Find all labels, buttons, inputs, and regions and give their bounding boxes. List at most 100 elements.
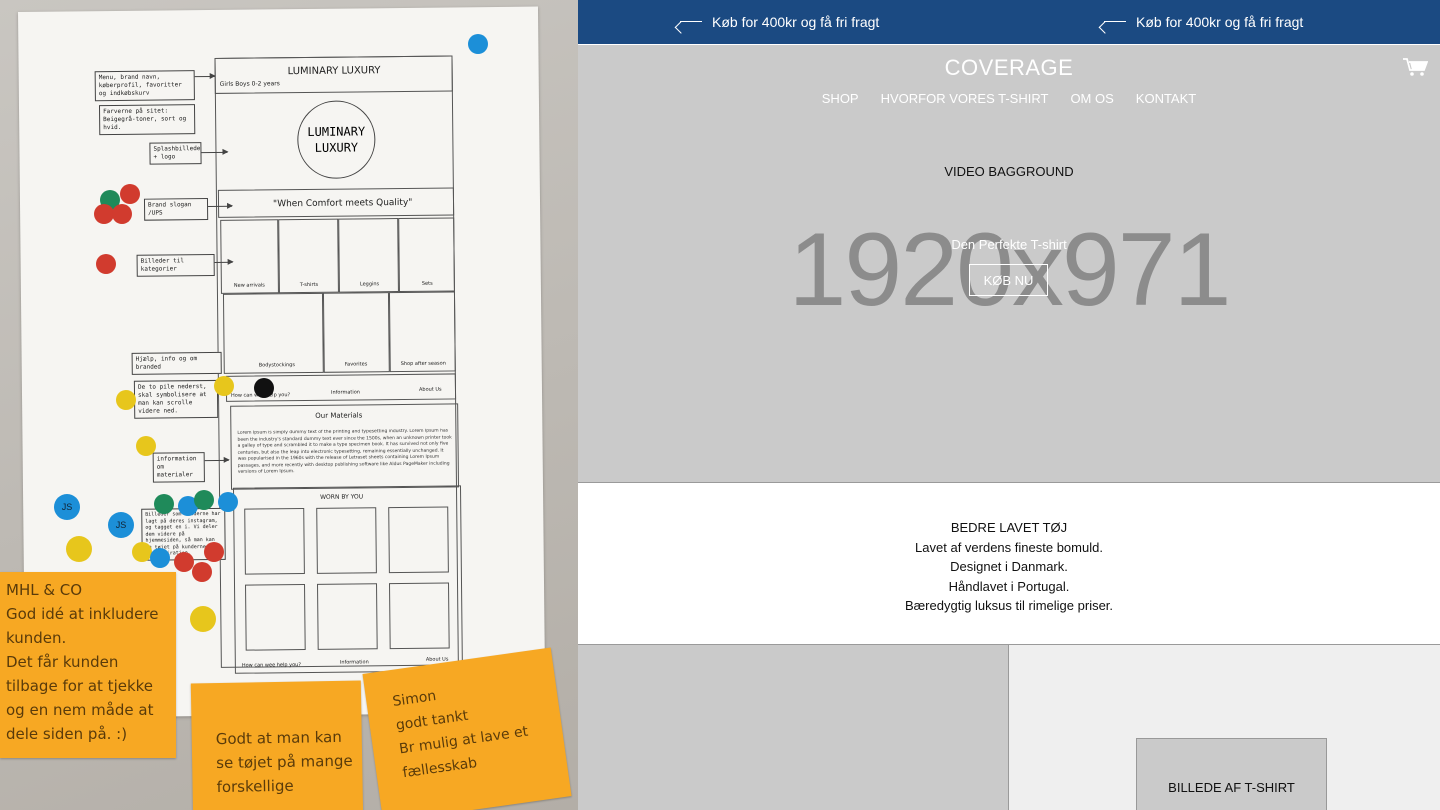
footer-label: How can wee help you? [241, 662, 302, 669]
category-label: T-shirts [299, 281, 319, 289]
wireframe-title: LUMINARY LUXURY [287, 65, 381, 78]
wireframe-worn-by-you: WORN BY YOU How can wee help you? Inform… [232, 485, 463, 674]
cart-icon[interactable] [1402, 57, 1428, 77]
promo-item[interactable]: Køb for 400kr og få fri fragt [678, 14, 879, 30]
annotation-arrow [201, 151, 228, 154]
annotation-note: Brand slogan /UPS [143, 198, 209, 221]
vote-dot [66, 536, 92, 562]
info-section: BEDRE LAVET TØJ Lavet af verdens fineste… [578, 482, 1440, 645]
annotation-note: information om materialer [152, 452, 205, 483]
promo-text: Køb for 400kr og få fri fragt [712, 14, 880, 30]
brand-logo[interactable]: COVERAGE [578, 55, 1440, 81]
annotation-arrow [194, 75, 215, 78]
sticky-note: Godt at man kan se tøjet på mange forske… [190, 680, 364, 810]
product-image-left [578, 645, 1009, 810]
info-line: Håndlavet i Portugal. [948, 578, 1070, 594]
vote-dot [218, 492, 238, 512]
photo-tile [317, 583, 378, 650]
logo-line-2: LUXURY [314, 140, 359, 155]
annotation-note: Farverne på sitet: Beigegrå-toner, sort … [98, 104, 196, 136]
vote-dot [194, 490, 214, 510]
vote-dot-js: JS [54, 494, 80, 520]
vote-dot [154, 494, 174, 514]
vote-dot [96, 254, 116, 274]
dot-label: JS [115, 520, 127, 530]
annotation-arrow [214, 261, 233, 263]
category-label: Leggins [359, 281, 380, 288]
promo-item[interactable]: Køb for 400kr og få fri fragt [1102, 14, 1303, 30]
category-cell: Bodystockings [222, 292, 324, 374]
category-cell: Favorites [322, 292, 390, 373]
materials-text: Lorem Ipsum is simply dummy text of the … [237, 428, 452, 475]
info-lines: BEDRE LAVET TØJ Lavet af verdens fineste… [578, 518, 1440, 616]
annotation-note: Hjælp, info og om branded [131, 351, 222, 375]
nav-about[interactable]: OM OS [1070, 91, 1113, 106]
info-line: Designet i Danmark. [950, 559, 1068, 574]
wireframe-subnav: Girls Boys 0-2 years [219, 80, 280, 88]
vote-dot [190, 606, 216, 632]
tshirt-image-placeholder[interactable]: BILLEDE AF T-SHIRT [1136, 738, 1327, 810]
vote-dot [204, 542, 224, 562]
vote-dot [116, 390, 136, 410]
help-label: About Us [418, 386, 442, 393]
category-cell: Leggins [338, 218, 399, 293]
video-background-label: VIDEO BAGGROUND [944, 164, 1074, 179]
product-panel-right: BILLEDE AF T-SHIRT [1009, 645, 1440, 810]
category-label: Bodystockings [258, 362, 295, 369]
category-cell: Shop after season [388, 291, 456, 373]
photo-tile [389, 582, 450, 650]
worn-by-you-title: WORN BY YOU [320, 493, 364, 501]
arrow-left-icon [678, 15, 702, 29]
info-title: BEDRE LAVET TØJ [950, 520, 1068, 535]
annotation-note: De to pile nederst, skal symbolisere at … [133, 379, 219, 419]
photo-tile [316, 507, 377, 574]
category-cell: New arrivals [220, 219, 279, 294]
category-cell: T-shirts [278, 218, 339, 294]
sticky-note: Simon godt tankt Br mulig at lave et fæl… [362, 647, 572, 810]
hero-section: COVERAGE SHOP HVORFOR VORES T-SHIRT OM O… [578, 45, 1440, 482]
slogan-text: "When Comfort meets Quality" [272, 197, 413, 210]
photo-tile [388, 506, 449, 574]
category-label: Favorites [344, 361, 368, 368]
category-label: Sets [421, 280, 433, 287]
annotation-note: Menu, brand navn, køberprofil, favoritte… [94, 70, 195, 102]
dot-label: JS [61, 502, 73, 512]
promo-text: Køb for 400kr og få fri fragt [1136, 14, 1304, 30]
category-label: New arrivals [233, 282, 265, 289]
category-cell: Sets [398, 217, 455, 293]
vote-dot [136, 436, 156, 456]
wireframe-slogan: "When Comfort meets Quality" [217, 187, 455, 218]
arrow-left-icon [1102, 15, 1126, 29]
category-label: Shop after season [400, 360, 446, 368]
vote-dot [94, 204, 114, 224]
sticky-note: MHL & CO God idé at inkludere kunden. De… [0, 572, 176, 758]
materials-title: Our Materials [315, 411, 363, 420]
buy-now-button[interactable]: KØB NU [969, 264, 1048, 296]
vote-dot [468, 34, 488, 54]
logo-line-1: LUMINARY [307, 124, 366, 139]
photo-tile [245, 584, 306, 651]
wireframe-materials: Our Materials Lorem Ipsum is simply dumm… [230, 403, 460, 490]
annotation-note: Billeder til kategorier [136, 253, 215, 277]
annotation-note: Splashbillede + logo [149, 142, 202, 165]
hero-subtitle: Den Perfekte T-shirt [951, 237, 1067, 252]
vote-dot [174, 552, 194, 572]
annotation-arrow [204, 459, 229, 462]
vote-dot-js: JS [108, 512, 134, 538]
nav-contact[interactable]: KONTAKT [1136, 91, 1196, 106]
vote-dot [214, 376, 234, 396]
vote-dot [112, 204, 132, 224]
vote-dot [254, 378, 274, 398]
wireframe-photo: LUMINARY LUXURY Girls Boys 0-2 years LUM… [0, 0, 578, 810]
website-mockup: Køb for 400kr og få fri fragt Køb for 40… [578, 0, 1440, 810]
info-line: Bæredygtig luksus til rimelige priser. [904, 598, 1114, 613]
vote-dot [132, 542, 152, 562]
photo-tile [244, 508, 305, 575]
wireframe-logo: LUMINARY LUXURY [296, 100, 376, 180]
main-nav: SHOP HVORFOR VORES T-SHIRT OM OS KONTAKT [578, 91, 1440, 106]
nav-why-our-tshirt[interactable]: HVORFOR VORES T-SHIRT [881, 91, 1049, 106]
info-line: Lavet af verdens fineste bomuld. [915, 539, 1103, 555]
footer-label: Information [339, 659, 369, 666]
nav-shop[interactable]: SHOP [822, 91, 859, 106]
promo-bar: Køb for 400kr og få fri fragt Køb for 40… [578, 0, 1440, 44]
